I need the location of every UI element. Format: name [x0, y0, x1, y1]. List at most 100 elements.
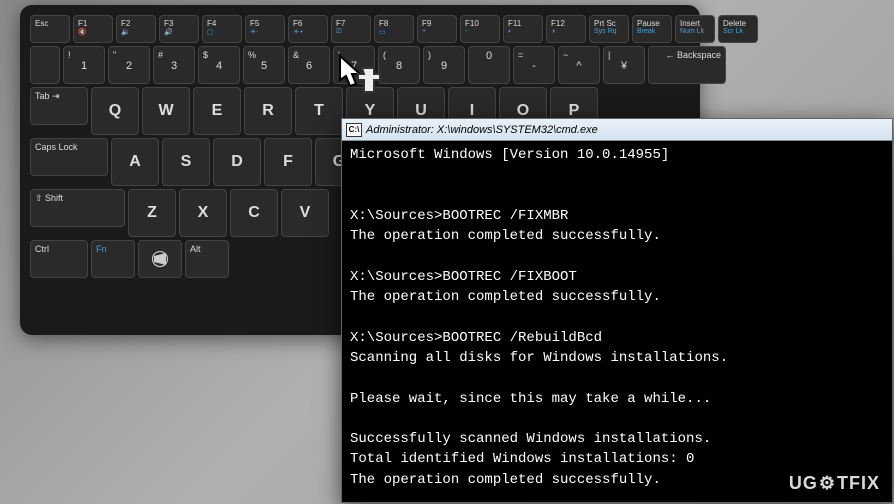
key-sublabel: ▢ — [207, 28, 214, 36]
key-f6[interactable]: F6☀+ — [288, 15, 328, 43]
key-sublabel: Sys Rq — [594, 28, 617, 35]
key-f10[interactable]: F10- — [460, 15, 500, 43]
key-c[interactable]: C — [230, 189, 278, 237]
key-toplabel: " — [113, 50, 116, 60]
key-a[interactable]: A — [111, 138, 159, 186]
key-insert[interactable]: InsertNum Lk — [675, 15, 715, 43]
key-^[interactable]: ~^ — [558, 46, 600, 84]
key-0[interactable]: 0 — [468, 46, 510, 84]
key-f8[interactable]: F8▭ — [374, 15, 414, 43]
key-f12[interactable]: F12◑ — [546, 15, 586, 43]
key-r[interactable]: R — [244, 87, 292, 135]
cmd-titlebar[interactable]: C:\ Administrator: X:\windows\SYSTEM32\c… — [342, 119, 892, 141]
key-¥[interactable]: |¥ — [603, 46, 645, 84]
key-windows[interactable] — [138, 240, 182, 278]
number-row: !1"2#3$4%5&6'7(8)90=-~^|¥← Backspace — [30, 46, 690, 84]
key-sublabel: 🔊 — [164, 28, 173, 36]
cmd-window: C:\ Administrator: X:\windows\SYSTEM32\c… — [341, 118, 893, 503]
key-toplabel: $ — [203, 50, 208, 60]
key--[interactable]: =- — [513, 46, 555, 84]
key-label: T — [314, 102, 324, 120]
key-t[interactable]: T — [295, 87, 343, 135]
key-f[interactable]: F — [264, 138, 312, 186]
key-w[interactable]: W — [142, 87, 190, 135]
key-alt[interactable]: Alt — [185, 240, 229, 278]
key-toplabel: ~ — [563, 50, 568, 60]
key-label: F — [283, 153, 293, 171]
cmd-icon: C:\ — [346, 123, 362, 137]
watermark-post: TFIX — [837, 473, 880, 494]
key-f9[interactable]: F9+ — [417, 15, 457, 43]
key-label: W — [158, 102, 173, 120]
key-f1[interactable]: F1🔇 — [73, 15, 113, 43]
key-7[interactable]: '7 — [333, 46, 375, 84]
key-label: 8 — [396, 60, 402, 72]
key-sublabel: Scr Lk — [723, 28, 743, 35]
key-pause[interactable]: PauseBreak — [632, 15, 672, 43]
key-delete[interactable]: DeleteScr Lk — [718, 15, 758, 43]
key-e[interactable]: E — [193, 87, 241, 135]
key-shift[interactable]: ⇧ Shift — [30, 189, 125, 227]
key-label: F1 — [78, 19, 87, 28]
key-sublabel: Break — [637, 28, 655, 35]
key-f11[interactable]: F11◐ — [503, 15, 543, 43]
fn-row: EscF1🔇F2🔉F3🔊F4▢F5☀-F6☀+F7⎚F8▭F9+F10-F11◐… — [30, 15, 690, 43]
key-label: F5 — [250, 19, 259, 28]
key-4[interactable]: $4 — [198, 46, 240, 84]
key-prtsc[interactable]: Prt ScSys Rq — [589, 15, 629, 43]
key-s[interactable]: S — [162, 138, 210, 186]
key-label: Ctrl — [35, 244, 49, 254]
key-f4[interactable]: F4▢ — [202, 15, 242, 43]
key-toplabel: ) — [428, 50, 431, 60]
key-label: E — [212, 102, 223, 120]
key-label: Esc — [35, 19, 48, 28]
key-label: R — [262, 102, 274, 120]
cmd-title: Administrator: X:\windows\SYSTEM32\cmd.e… — [366, 124, 598, 136]
cmd-output: Microsoft Windows [Version 10.0.14955] X… — [342, 141, 892, 494]
key-label: F11 — [508, 19, 521, 28]
key-backspace[interactable]: ← Backspace — [648, 46, 726, 84]
gear-icon: ⚙ — [819, 473, 836, 494]
key-f2[interactable]: F2🔉 — [116, 15, 156, 43]
key-2[interactable]: "2 — [108, 46, 150, 84]
key-f5[interactable]: F5☀- — [245, 15, 285, 43]
key-6[interactable]: &6 — [288, 46, 330, 84]
windows-icon — [151, 250, 169, 268]
key-toplabel: ' — [338, 50, 340, 60]
key-tab[interactable]: Tab ⇥ — [30, 87, 88, 125]
key-v[interactable]: V — [281, 189, 329, 237]
key-label: F8 — [379, 19, 388, 28]
key-f3[interactable]: F3🔊 — [159, 15, 199, 43]
key-capslock[interactable]: Caps Lock — [30, 138, 108, 176]
key-8[interactable]: (8 — [378, 46, 420, 84]
key-toplabel: | — [608, 50, 610, 60]
key-label: F3 — [164, 19, 173, 28]
key-1[interactable]: !1 — [63, 46, 105, 84]
key-label: Q — [109, 102, 121, 120]
key-sublabel: ☀+ — [293, 28, 303, 36]
key-label: F7 — [336, 19, 345, 28]
key-esc[interactable]: Esc — [30, 15, 70, 43]
key-label: ¥ — [621, 60, 627, 72]
key-z[interactable]: Z — [128, 189, 176, 237]
key-sublabel: ◑ — [551, 28, 555, 35]
key-d[interactable]: D — [213, 138, 261, 186]
key-f7[interactable]: F7⎚ — [331, 15, 371, 43]
key-ctrl[interactable]: Ctrl — [30, 240, 88, 278]
key-3[interactable]: #3 — [153, 46, 195, 84]
key-x[interactable]: X — [179, 189, 227, 237]
key-label: Delete — [723, 19, 746, 28]
key-label: Alt — [190, 244, 201, 254]
watermark-pre: UG — [789, 473, 818, 494]
key-sublabel: ▭ — [379, 28, 386, 36]
key-5[interactable]: %5 — [243, 46, 285, 84]
key-fn[interactable]: Fn — [91, 240, 135, 278]
key-label: - — [532, 60, 536, 72]
key-q[interactable]: Q — [91, 87, 139, 135]
key-toplabel: ( — [383, 50, 386, 60]
key-9[interactable]: )9 — [423, 46, 465, 84]
key-grave[interactable] — [30, 46, 60, 84]
key-label: Fn — [96, 244, 107, 254]
key-sublabel: Num Lk — [680, 28, 704, 35]
key-label: F2 — [121, 19, 130, 28]
